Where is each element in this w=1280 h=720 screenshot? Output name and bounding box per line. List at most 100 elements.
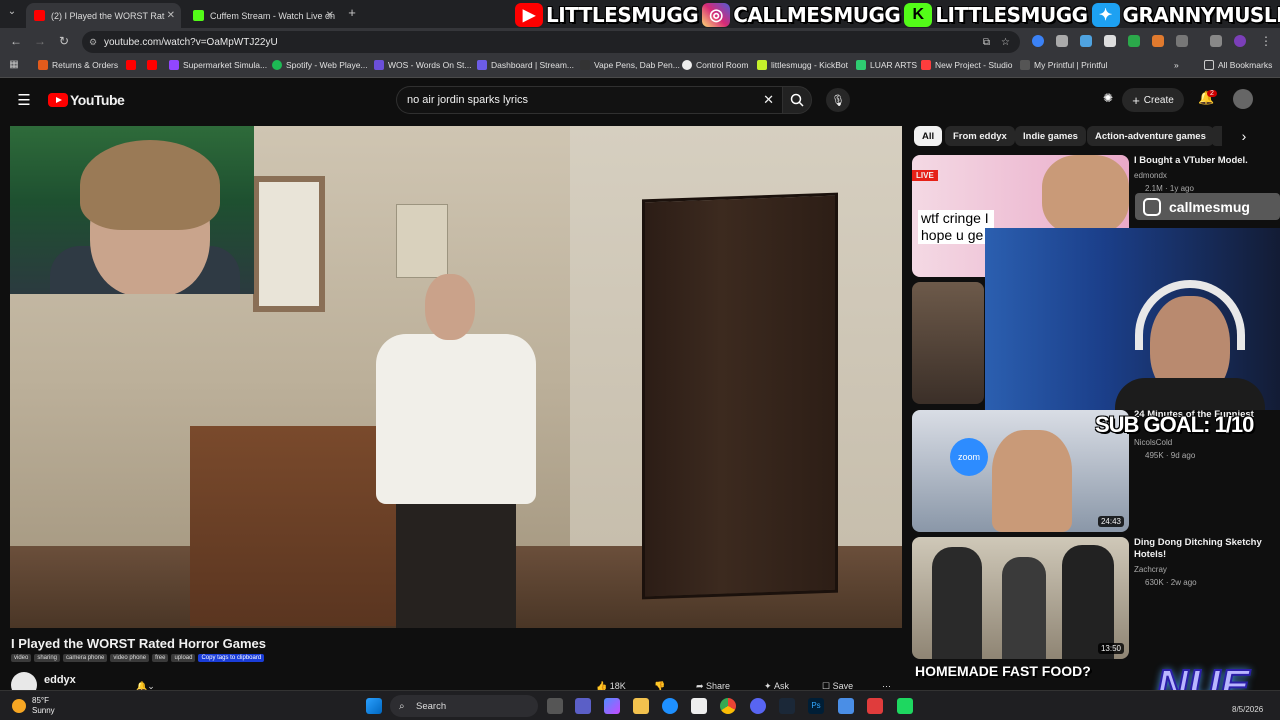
streamer-webcam bbox=[10, 126, 254, 294]
app-icon[interactable] bbox=[897, 698, 913, 714]
extension-icon[interactable] bbox=[1080, 35, 1092, 47]
youtube-favicon-icon bbox=[34, 10, 45, 21]
menu-hamburger-icon[interactable]: ☰ bbox=[16, 91, 32, 109]
bookmark-item[interactable]: WOS - Words On St... bbox=[374, 60, 471, 70]
youtube-play-icon bbox=[48, 93, 68, 107]
copy-tags-button[interactable]: Copy tags to clipboard bbox=[198, 654, 265, 662]
related-thumbnail[interactable] bbox=[912, 282, 984, 404]
weather-widget[interactable]: 85°F Sunny bbox=[12, 696, 55, 716]
tag[interactable]: upload bbox=[171, 654, 196, 662]
forward-icon[interactable]: → bbox=[32, 34, 48, 48]
chrome-icon[interactable] bbox=[720, 698, 736, 714]
bookmark-item[interactable]: LUAR ARTS bbox=[856, 60, 917, 70]
tab-close-icon[interactable]: ✕ bbox=[326, 10, 334, 21]
steam-icon[interactable] bbox=[779, 698, 795, 714]
chip-indie-games[interactable]: Indie games bbox=[1015, 126, 1086, 146]
bookmark-star-icon[interactable]: ☆ bbox=[1001, 37, 1010, 48]
task-view-icon[interactable] bbox=[547, 698, 563, 714]
back-icon[interactable]: ← bbox=[8, 34, 24, 48]
extensions-puzzle-icon[interactable] bbox=[1176, 35, 1188, 47]
bookmark-item[interactable]: Returns & Orders bbox=[38, 60, 118, 70]
youtube-logo[interactable]: YouTube bbox=[48, 92, 125, 108]
twitch-icon bbox=[169, 60, 179, 70]
apps-grid-icon[interactable]: ▦ bbox=[6, 59, 22, 70]
file-explorer-icon[interactable] bbox=[633, 698, 649, 714]
chip-all[interactable]: All bbox=[914, 126, 943, 146]
discord-icon[interactable] bbox=[750, 698, 766, 714]
reload-icon[interactable]: ↻ bbox=[56, 34, 72, 48]
related-channel[interactable]: Zachcray bbox=[1134, 565, 1167, 574]
extension-icon[interactable] bbox=[1152, 35, 1164, 47]
clear-search-icon[interactable]: ✕ bbox=[763, 92, 774, 108]
chip-partial[interactable] bbox=[1212, 126, 1222, 146]
extension-icon[interactable] bbox=[1056, 35, 1068, 47]
extension-icon[interactable] bbox=[1128, 35, 1140, 47]
related-channel[interactable]: edmondx bbox=[1134, 171, 1167, 180]
tag[interactable]: free bbox=[152, 654, 169, 662]
bookmark-item[interactable]: Control Room bbox=[682, 60, 748, 70]
bookmark-youtube-icon[interactable] bbox=[147, 60, 161, 70]
banner-text: GRANNYMUSLIM bbox=[1122, 2, 1280, 28]
tag[interactable]: camera phone bbox=[63, 654, 108, 662]
related-title[interactable]: I Bought a VTuber Model. bbox=[1134, 155, 1274, 167]
notepad-icon[interactable] bbox=[838, 698, 854, 714]
related-title[interactable]: Ding Dong Ditching Sketchy Hotels! bbox=[1134, 537, 1274, 561]
media-control-icon[interactable] bbox=[1210, 35, 1222, 47]
app-icon[interactable] bbox=[867, 698, 883, 714]
taskbar-search[interactable]: ⌕ Search bbox=[390, 695, 538, 717]
chip-action-adventure[interactable]: Action-adventure games bbox=[1087, 126, 1214, 146]
store-icon[interactable] bbox=[691, 698, 707, 714]
printful-icon bbox=[1020, 60, 1030, 70]
banner-text: CALLMESMUGG bbox=[732, 2, 901, 28]
zoom-logo-icon: zoom bbox=[950, 438, 988, 476]
tab-youtube[interactable]: (2) I Played the WORST Rat ✕ bbox=[26, 3, 181, 28]
bookmark-item[interactable]: littlesmugg - KickBot bbox=[757, 60, 848, 70]
bookmark-item[interactable]: New Project - Studio bbox=[921, 60, 1012, 70]
voice-search-button[interactable]: 🎙 bbox=[826, 88, 850, 112]
extension-icon[interactable] bbox=[1032, 35, 1044, 47]
sparkle-icon[interactable]: ✺ bbox=[1100, 91, 1116, 105]
browser-toolbar: ← → ↻ ⚙ youtube.com/watch?v=OaMpWTJ22yU … bbox=[0, 28, 1280, 56]
bookmark-item[interactable]: Spotify - Web Playe... bbox=[272, 60, 368, 70]
photoshop-icon[interactable]: Ps bbox=[808, 698, 824, 714]
streamlabs-icon bbox=[477, 60, 487, 70]
twitter-icon: ✦ bbox=[1091, 2, 1120, 27]
related-thumbnail[interactable]: 13:50 bbox=[912, 537, 1129, 659]
bookmark-item[interactable]: Vape Pens, Dab Pen... bbox=[580, 60, 680, 70]
extension-icon[interactable] bbox=[1104, 35, 1116, 47]
bookmark-item[interactable]: My Printful | Printful bbox=[1020, 60, 1108, 70]
related-channel[interactable]: NicolsCold bbox=[1134, 438, 1172, 447]
wall-panel bbox=[396, 204, 448, 278]
tab-kick[interactable]: Cuffem Stream - Watch Live on ✕ bbox=[185, 3, 340, 28]
edge-icon[interactable] bbox=[662, 698, 678, 714]
chip-from-channel[interactable]: From eddyx bbox=[945, 126, 1015, 146]
browser-menu-icon[interactable]: ⋮ bbox=[1258, 34, 1274, 48]
site-info-icon[interactable]: ⚙ bbox=[89, 37, 97, 48]
bookmark-item[interactable]: Supermarket Simula... bbox=[169, 60, 267, 70]
bookmark-youtube-icon[interactable] bbox=[126, 60, 140, 70]
copilot-icon[interactable] bbox=[604, 698, 620, 714]
chevron-right-icon[interactable]: › bbox=[1236, 128, 1252, 144]
address-bar[interactable]: ⚙ youtube.com/watch?v=OaMpWTJ22yU ⧉ ☆ bbox=[82, 31, 1020, 53]
search-button[interactable] bbox=[782, 86, 812, 114]
folder-icon bbox=[1204, 60, 1214, 70]
bookmarks-overflow-icon[interactable]: » bbox=[1174, 60, 1179, 70]
search-input[interactable]: no air jordin sparks lyrics ✕ bbox=[396, 86, 782, 114]
teams-icon[interactable] bbox=[575, 698, 591, 714]
account-avatar[interactable] bbox=[1233, 89, 1253, 109]
banner-twitter: ✦ GRANNYMUSLIM bbox=[1091, 2, 1280, 28]
create-button[interactable]: + Create bbox=[1122, 88, 1184, 112]
channel-name[interactable]: eddyx bbox=[44, 674, 76, 686]
profile-avatar-icon[interactable] bbox=[1234, 35, 1246, 47]
new-tab-icon[interactable]: + bbox=[344, 5, 360, 20]
install-app-icon[interactable]: ⧉ bbox=[983, 37, 990, 48]
all-bookmarks[interactable]: All Bookmarks bbox=[1204, 60, 1272, 70]
tag[interactable]: video bbox=[11, 654, 32, 662]
tab-search-icon[interactable]: ⌄ bbox=[4, 6, 20, 17]
tag[interactable]: video phone bbox=[110, 654, 150, 662]
related-meta: 2.1M · 1y ago bbox=[1145, 184, 1194, 193]
tab-close-icon[interactable]: ✕ bbox=[167, 10, 175, 21]
windows-start-icon[interactable] bbox=[366, 698, 382, 714]
tag[interactable]: sharing bbox=[34, 654, 61, 662]
bookmark-item[interactable]: Dashboard | Stream... bbox=[477, 60, 574, 70]
